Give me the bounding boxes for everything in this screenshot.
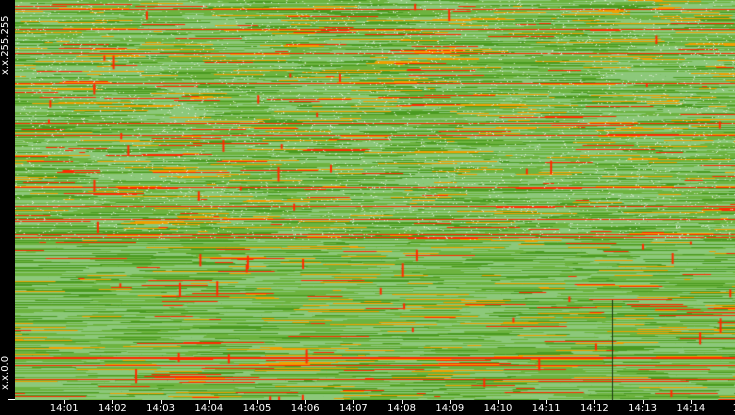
heatmap-plot-area	[15, 0, 735, 400]
y-axis-tick	[8, 399, 15, 400]
x-tick-label: 14:05	[242, 403, 272, 414]
x-tick-label: 14:09	[435, 403, 465, 414]
x-tick-label: 14:08	[387, 403, 417, 414]
heatmap-chart: x.x.255.255 x.x.0.0 14:01 14:02 14:03 14:04…	[0, 0, 735, 415]
x-tick-label: 14:01	[49, 403, 79, 414]
x-tick-label: 14:07	[338, 403, 368, 414]
x-tick-label: 14:10	[483, 403, 513, 414]
y-label-bottom: x.x.0.0	[0, 355, 11, 390]
x-tick-label: 14:12	[579, 403, 609, 414]
x-tick-label: 14:04	[194, 403, 224, 414]
x-tick-label: 14:11	[531, 403, 561, 414]
x-tick-label: 14:14	[676, 403, 706, 414]
y-label-top: x.x.255.255	[0, 15, 11, 75]
x-tick-label: 14:06	[290, 403, 320, 414]
x-tick-label: 14:02	[97, 403, 127, 414]
x-tick-label: 14:03	[146, 403, 176, 414]
x-tick-label: 14:13	[628, 403, 658, 414]
